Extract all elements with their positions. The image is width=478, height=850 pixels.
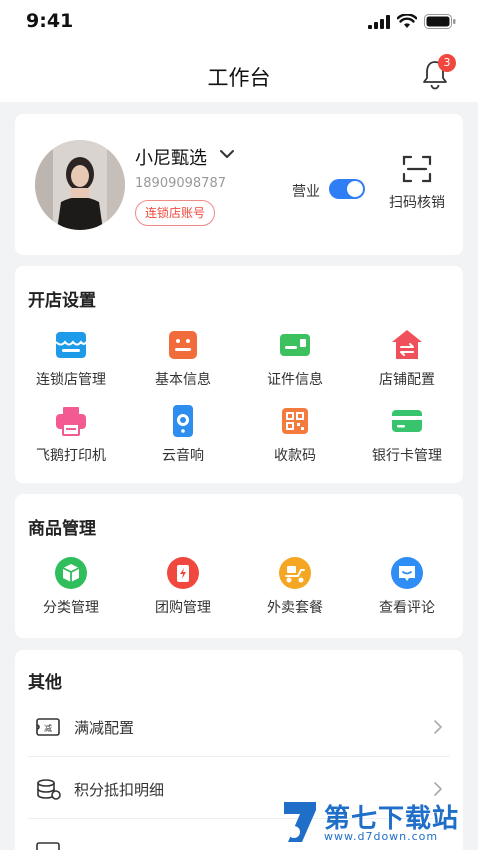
grid-item-group-buy[interactable]: 团购管理: [127, 556, 239, 617]
comment-icon: [391, 557, 423, 589]
grid-item-delivery[interactable]: 外卖套餐: [239, 556, 351, 617]
business-toggle[interactable]: [329, 179, 365, 199]
business-status-label: 营业: [292, 184, 320, 200]
signal-icon: [368, 14, 390, 29]
status-time: 9:41: [26, 10, 74, 32]
grid-item-printer[interactable]: 飞鹅打印机: [15, 404, 127, 465]
list-item-label: 积分抵扣明细: [74, 781, 165, 799]
grid-label: 分类管理: [43, 600, 99, 616]
store-settings-card: 开店设置 连锁店管理 基本信息 证件信息 店铺配置 飞鹅打印机 云音响 收款码 …: [15, 266, 463, 483]
grid-item-store-config[interactable]: 店铺配置: [351, 328, 463, 389]
printer-icon: [56, 407, 86, 436]
watermark-icon: [284, 802, 316, 842]
grid-label: 团购管理: [155, 600, 211, 616]
grid-label: 连锁店管理: [36, 372, 106, 388]
certificate-icon: [280, 334, 310, 356]
profile-card: 小尼甄选 18909098787 连锁店账号 营业 扫码核销: [15, 114, 463, 255]
section-title: 开店设置: [28, 291, 96, 311]
scan-verify-button[interactable]: 扫码核销: [387, 154, 447, 212]
svg-text:减: 减: [44, 723, 52, 733]
status-icons: [368, 14, 456, 29]
wifi-icon: [397, 14, 417, 28]
watermark-url: www.d7down.com: [324, 830, 439, 843]
chain-store-icon: [55, 332, 87, 358]
basic-info-icon: [169, 331, 197, 359]
grid-label: 收款码: [274, 448, 316, 464]
list-item-discount-config[interactable]: 减 满减配置: [15, 695, 463, 757]
scan-icon: [402, 155, 432, 183]
shop-phone: 18909098787: [135, 176, 226, 191]
section-title: 商品管理: [28, 519, 96, 539]
page-title: 工作台: [207, 66, 271, 90]
grid-label: 飞鹅打印机: [36, 448, 106, 464]
avatar-photo: [35, 140, 125, 230]
chevron-right-icon: [434, 720, 442, 734]
grid-item-bank-card[interactable]: 银行卡管理: [351, 404, 463, 465]
account-type-badge: 连锁店账号: [135, 200, 216, 226]
grid-label: 店铺配置: [379, 372, 435, 388]
grid-item-category[interactable]: 分类管理: [15, 556, 127, 617]
section-title: 其他: [28, 673, 62, 693]
delivery-icon: [279, 557, 311, 589]
grid-label: 云音响: [162, 448, 204, 464]
watermark-logo: 第七下载站 www.d7down.com: [280, 796, 472, 848]
grid-label: 银行卡管理: [372, 448, 442, 464]
bank-card-icon: [392, 410, 422, 432]
chevron-down-icon[interactable]: [219, 148, 235, 160]
discount-icon: 减: [36, 718, 60, 736]
speaker-icon: [173, 405, 193, 437]
toggle-knob: [347, 181, 363, 197]
grid-label: 证件信息: [267, 372, 323, 388]
avatar[interactable]: [35, 140, 125, 230]
notification-badge: 3: [438, 54, 456, 72]
list-item-label: 满减配置: [74, 719, 135, 737]
category-icon: [55, 557, 87, 589]
points-icon: [37, 779, 61, 800]
grid-item-certificate[interactable]: 证件信息: [239, 328, 351, 389]
grid-label: 基本信息: [155, 372, 211, 388]
shop-name[interactable]: 小尼甄选: [135, 144, 207, 170]
grid-label: 查看评论: [379, 600, 435, 616]
goods-management-card: 商品管理 分类管理 团购管理 外卖套餐 查看评论: [15, 494, 463, 638]
grid-label: 外卖套餐: [267, 600, 323, 616]
status-bar: 9:41: [0, 0, 478, 46]
grid-item-qr-code[interactable]: 收款码: [239, 404, 351, 465]
grid-item-chain-store[interactable]: 连锁店管理: [15, 328, 127, 389]
store-config-icon: [392, 330, 422, 359]
group-buy-icon: [167, 557, 199, 589]
grid-item-comment[interactable]: 查看评论: [351, 556, 463, 617]
battery-icon: [424, 14, 456, 29]
grid-item-basic-info[interactable]: 基本信息: [127, 328, 239, 389]
nav-bar: 工作台 3: [0, 46, 478, 102]
grid-item-speaker[interactable]: 云音响: [127, 404, 239, 465]
scan-label: 扫码核销: [389, 195, 445, 211]
qr-code-icon: [282, 408, 308, 434]
chevron-right-icon: [434, 782, 442, 796]
list-icon: [36, 842, 60, 850]
